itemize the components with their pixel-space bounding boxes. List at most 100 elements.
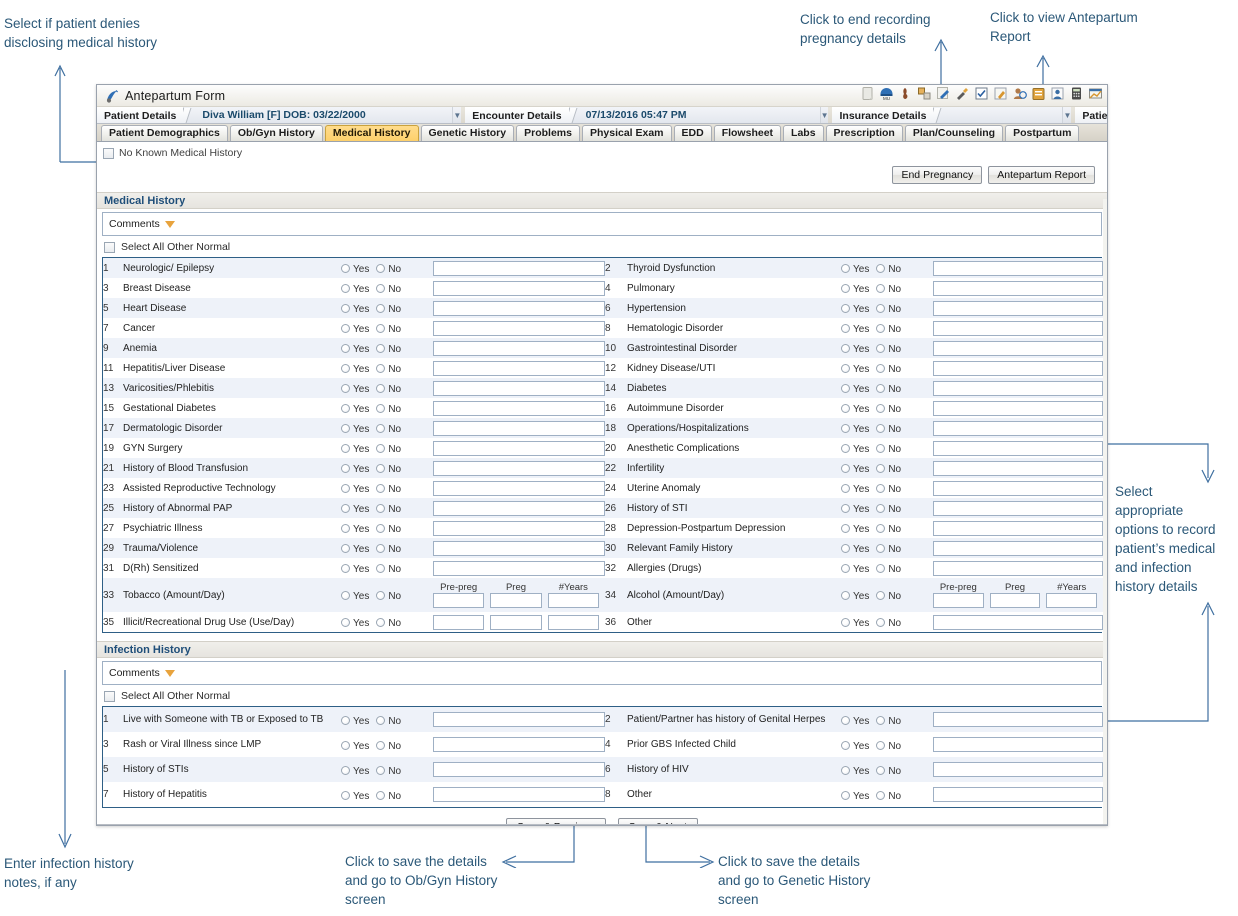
comments-expand-caret-icon[interactable] [165, 221, 175, 228]
radio-no[interactable] [876, 564, 885, 573]
table-row[interactable]: 23 Assisted Reproductive Technology YesN… [103, 478, 1103, 498]
tab-physical-exam[interactable]: Physical Exam [582, 125, 672, 141]
row-yesno-right[interactable]: YesNo [841, 278, 933, 298]
table-row[interactable]: 1 Live with Someone with TB or Exposed t… [103, 707, 1103, 732]
row-yesno-left[interactable]: YesNo [341, 578, 433, 612]
row-input-cell-left[interactable] [433, 278, 605, 298]
triple-inputs-left[interactable] [433, 593, 605, 608]
table-row[interactable]: 9 Anemia YesNo 10 Gastrointestinal Disor… [103, 338, 1103, 358]
row-yesno-left[interactable]: YesNo [341, 478, 433, 498]
mu-meaningful-use-icon[interactable]: MU [879, 86, 894, 101]
row-input-cell-right[interactable] [933, 707, 1103, 732]
table-row[interactable]: 7 History of Hepatitis YesNo 8 Other Yes… [103, 782, 1103, 807]
row-yesno-left[interactable]: YesNo [341, 378, 433, 398]
row-yesno-right[interactable]: YesNo [841, 318, 933, 338]
row-note-input-right[interactable] [933, 441, 1103, 456]
radio-yes[interactable] [341, 791, 350, 800]
radio-no[interactable] [876, 444, 885, 453]
calculator-icon[interactable] [1069, 86, 1084, 101]
row-note-input-left[interactable] [433, 712, 605, 727]
row-yesno-right[interactable]: YesNo [841, 438, 933, 458]
radio-no[interactable] [376, 364, 385, 373]
row-yesno-right[interactable]: YesNo [841, 478, 933, 498]
radio-yes[interactable] [841, 444, 850, 453]
row-note-input-right[interactable] [933, 381, 1103, 396]
row-input-cell-left[interactable] [433, 538, 605, 558]
row-yesno-left[interactable]: YesNo [341, 318, 433, 338]
patient-icon[interactable] [1050, 86, 1065, 101]
row-yesno-left[interactable]: YesNo [341, 358, 433, 378]
radio-yes[interactable] [341, 766, 350, 775]
table-row[interactable]: 25 History of Abnormal PAP YesNo 26 Hist… [103, 498, 1103, 518]
radio-yes[interactable] [841, 324, 850, 333]
row-note-input-right[interactable] [933, 737, 1103, 752]
radio-no[interactable] [376, 544, 385, 553]
radio-yes[interactable] [841, 766, 850, 775]
row-note-input-left[interactable] [433, 441, 605, 456]
row-yesno-right[interactable]: YesNo [841, 538, 933, 558]
tab-labs[interactable]: Labs [783, 125, 824, 141]
row-input-cell-right[interactable] [933, 757, 1103, 782]
radio-no[interactable] [876, 284, 885, 293]
row-yesno-right[interactable]: YesNo [841, 398, 933, 418]
radio-no[interactable] [376, 484, 385, 493]
radio-no[interactable] [876, 544, 885, 553]
row-yesno-left[interactable]: YesNo [341, 398, 433, 418]
radio-yes[interactable] [341, 716, 350, 725]
table-row[interactable]: 11 Hepatitis/Liver Disease YesNo 12 Kidn… [103, 358, 1103, 378]
insurance-details-caret-icon[interactable]: ▼ [1062, 107, 1071, 123]
referral-user-icon[interactable] [1012, 86, 1027, 101]
radio-no[interactable] [876, 766, 885, 775]
triple-inputs-left[interactable] [433, 615, 605, 630]
radio-yes[interactable] [341, 404, 350, 413]
table-row[interactable]: 5 History of STIs YesNo 6 History of HIV… [103, 757, 1103, 782]
row-input-cell-left[interactable] [433, 782, 605, 807]
row-input-cell-left[interactable] [433, 338, 605, 358]
row-note-input-right[interactable] [933, 461, 1103, 476]
radio-yes[interactable] [341, 444, 350, 453]
row-note-input-left[interactable] [433, 401, 605, 416]
radio-no[interactable] [376, 791, 385, 800]
row-note-input-left[interactable] [433, 541, 605, 556]
row-input-cell-left[interactable] [433, 478, 605, 498]
tab-flowsheet[interactable]: Flowsheet [714, 125, 781, 141]
row-note-input-right[interactable] [933, 261, 1103, 276]
radio-yes[interactable] [841, 504, 850, 513]
row-note-input-left[interactable] [433, 461, 605, 476]
radio-no[interactable] [376, 564, 385, 573]
radio-yes[interactable] [841, 424, 850, 433]
radio-yes[interactable] [341, 484, 350, 493]
row-input-cell-left[interactable] [433, 732, 605, 757]
radio-yes[interactable] [841, 304, 850, 313]
table-row[interactable]: 31 D(Rh) Sensitized YesNo 32 Allergies (… [103, 558, 1103, 578]
row-input-cell-left[interactable] [433, 438, 605, 458]
row-note-input-right[interactable] [933, 712, 1103, 727]
table-row[interactable]: 7 Cancer YesNo 8 Hematologic Disorder Ye… [103, 318, 1103, 338]
end-pregnancy-button[interactable]: End Pregnancy [892, 166, 982, 184]
tab-obgyn-history[interactable]: Ob/Gyn History [230, 125, 323, 141]
row-yesno-right[interactable]: YesNo [841, 338, 933, 358]
radio-no[interactable] [876, 364, 885, 373]
row-note-input-left[interactable] [433, 421, 605, 436]
row-note-input-right[interactable] [933, 521, 1103, 536]
orders-icon[interactable] [917, 86, 932, 101]
radio-no[interactable] [376, 404, 385, 413]
row-input-cell-left[interactable] [433, 518, 605, 538]
row-yesno-right[interactable]: YesNo [841, 358, 933, 378]
medical-history-select-all-checkbox[interactable] [104, 242, 115, 253]
row-yesno-right[interactable]: YesNo [841, 518, 933, 538]
table-row[interactable]: 3 Breast Disease YesNo 4 Pulmonary YesNo [103, 278, 1103, 298]
row-yesno-right[interactable]: YesNo [841, 732, 933, 757]
row-yesno-left[interactable]: YesNo [341, 707, 433, 732]
row-yesno-left[interactable]: YesNo [341, 258, 433, 278]
radio-no[interactable] [376, 324, 385, 333]
row-note-input-right[interactable] [933, 361, 1103, 376]
radio-no[interactable] [876, 424, 885, 433]
table-row[interactable]: 35 Illicit/Recreational Drug Use (Use/Da… [103, 612, 1103, 632]
alcohol-preg-input[interactable] [990, 593, 1041, 608]
tab-postpartum[interactable]: Postpartum [1005, 125, 1079, 141]
row-yesno-left[interactable]: YesNo [341, 458, 433, 478]
row-triple-cell-left[interactable]: Pre-preg Preg #Years [433, 578, 605, 612]
tobacco-years-input[interactable] [548, 593, 599, 608]
row-yesno-left[interactable]: YesNo [341, 732, 433, 757]
